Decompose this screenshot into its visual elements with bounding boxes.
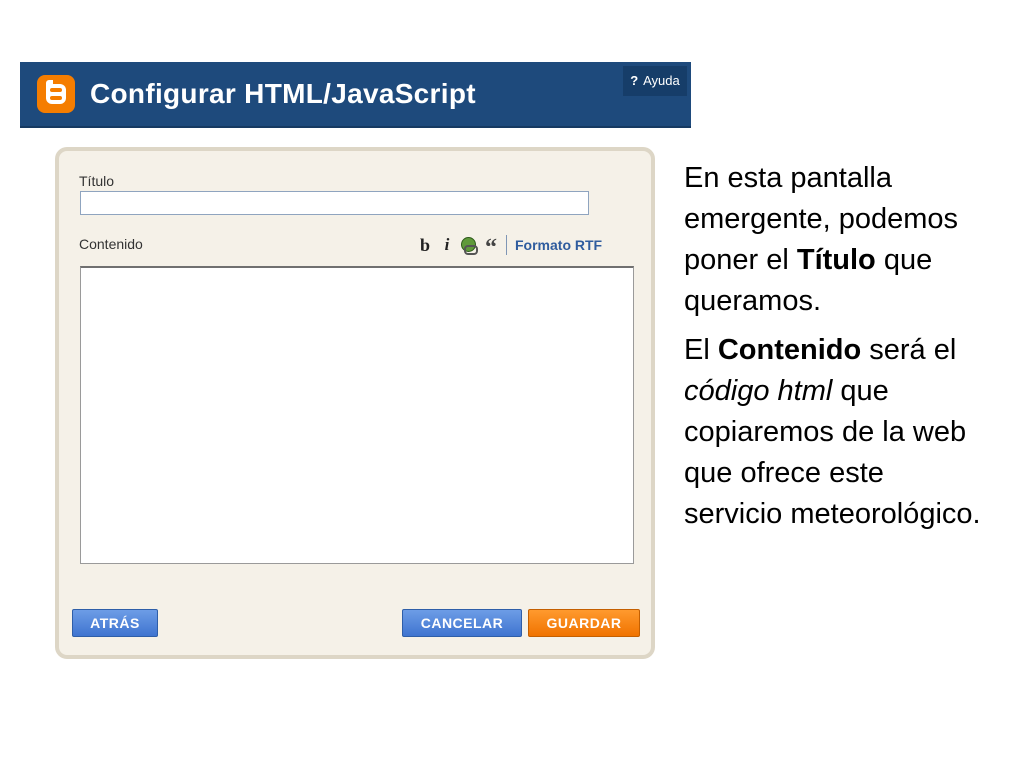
titulo-label: Título: [79, 173, 115, 189]
explanation-bold-titulo: Título: [796, 244, 876, 276]
explanation-italic-codigo: código html: [684, 375, 833, 407]
contenido-label: Contenido: [79, 236, 143, 252]
back-button[interactable]: ATRÁS: [72, 609, 158, 637]
dialog-title: Configurar HTML/JavaScript: [90, 78, 476, 109]
cancel-button[interactable]: CANCELAR: [402, 609, 522, 637]
bold-button[interactable]: b: [414, 235, 436, 256]
rich-text-link[interactable]: Formato RTF: [515, 237, 602, 253]
titulo-input[interactable]: [80, 191, 589, 215]
help-icon: ?: [630, 73, 639, 88]
dialog-header: Configurar HTML/JavaScript ? Ayuda: [20, 62, 691, 128]
save-button[interactable]: GUARDAR: [528, 609, 640, 637]
contenido-textarea[interactable]: [80, 266, 634, 564]
explanation-paragraph-1: En esta pantalla emergente, podemos pone…: [684, 158, 984, 322]
config-panel: Título Contenido b i “ Formato RTF ATRÁS…: [55, 147, 655, 659]
blogger-logo-icon: [37, 75, 75, 113]
explanation-paragraph-2: El Contenido será el código html que cop…: [684, 330, 984, 535]
help-label: Ayuda: [643, 73, 680, 88]
help-button[interactable]: ? Ayuda: [623, 66, 687, 96]
explanation-text-segment: será el: [861, 334, 957, 366]
quote-button[interactable]: “: [480, 232, 502, 260]
italic-button[interactable]: i: [436, 235, 458, 255]
link-icon[interactable]: [458, 236, 480, 255]
explanation-bold-contenido: Contenido: [717, 334, 862, 366]
editor-toolbar: b i “ Formato RTF: [414, 232, 602, 261]
explanation-text: En esta pantalla emergente, podemos pone…: [684, 158, 984, 543]
explanation-text-segment: El: [684, 334, 718, 366]
toolbar-divider: [506, 235, 507, 255]
